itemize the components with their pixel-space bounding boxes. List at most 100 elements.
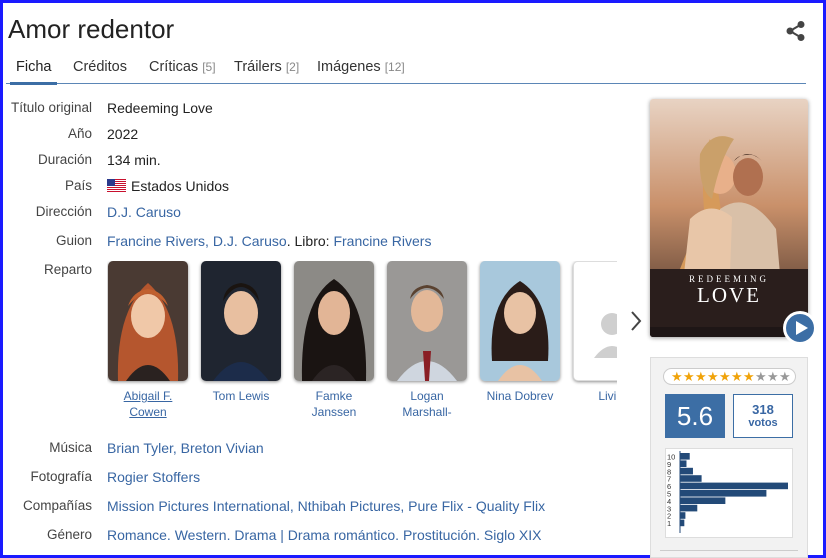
genre-separator: . [395, 527, 403, 543]
tab-imagenes[interactable]: Imágenes [12] [317, 59, 405, 75]
tab-label: Tráilers [234, 59, 282, 75]
rate-stars[interactable]: ★ ★ ★ ★ ★ ★ ★ ★ ★ ★ [663, 368, 796, 385]
cast-name: Livi B [598, 389, 617, 403]
cast-member[interactable]: Livi B [573, 261, 617, 404]
director-link[interactable]: D.J. Caruso [107, 204, 181, 220]
tab-ficha[interactable]: Ficha [9, 59, 59, 85]
page-title: Amor redentor [8, 14, 175, 44]
star-filled-icon[interactable]: ★ [707, 369, 719, 384]
genre-link[interactable]: Romance [107, 527, 167, 543]
genre-link[interactable]: Drama [234, 527, 276, 543]
histogram-bar [680, 453, 690, 460]
star-filled-icon[interactable]: ★ [671, 369, 683, 384]
tab-count: [2] [285, 60, 300, 74]
votes-count: 318 [752, 402, 774, 417]
tab-count: [12] [384, 60, 405, 74]
tab-criticas[interactable]: Críticas [5] [149, 59, 216, 75]
cast-photo [480, 261, 560, 381]
label-pais: País [64, 178, 92, 193]
play-trailer-button[interactable] [783, 311, 817, 345]
histogram-bar [680, 475, 702, 482]
cast-name: LoganMarshall-Green [402, 389, 452, 423]
genre-link[interactable]: Drama romántico [288, 527, 395, 543]
value-duracion: 134 min. [107, 152, 161, 168]
label-anio: Año [67, 126, 92, 141]
value-musica: Brian Tyler, Breton Vivian [107, 440, 264, 456]
rating-panel-divider [660, 550, 798, 551]
composer-link[interactable]: Breton Vivian [181, 440, 264, 456]
histogram-bar [680, 512, 686, 519]
company-link[interactable]: Mission Pictures International [107, 498, 290, 514]
chevron-right-icon[interactable] [628, 308, 644, 334]
writer-link[interactable]: Francine Rivers [107, 233, 205, 249]
value-titulo-original: Redeeming Love [107, 100, 213, 116]
genre-separator: . [166, 527, 175, 543]
cast-member[interactable]: Abigail F. Cowen [108, 261, 188, 420]
label-guion: Guion [55, 233, 92, 248]
label-direccion: Dirección [35, 204, 92, 219]
company-separator: , [289, 498, 298, 514]
book-author-link[interactable]: Francine Rivers [333, 233, 431, 249]
value-companias: Mission Pictures International, Nthibah … [107, 498, 545, 514]
tab-bar: Ficha Créditos Críticas [5] Tráilers [2]… [6, 56, 806, 85]
histogram-bar [680, 460, 687, 467]
label-titulo-original: Título original [10, 100, 92, 115]
cast-member[interactable]: Tom Lewis [201, 261, 281, 404]
cast-carousel: Abigail F.Cowen Tom Lewis FamkeJanssen [107, 261, 617, 423]
cast-member[interactable]: Nina Dobrev [480, 261, 560, 404]
star-filled-icon[interactable]: ★ [695, 369, 707, 384]
cast-photo-placeholder [573, 261, 617, 381]
star-empty-icon[interactable]: ★ [779, 369, 791, 384]
histogram-bar [680, 482, 788, 490]
composer-separator: , [172, 440, 181, 456]
histogram-bar [680, 490, 767, 497]
genre-link[interactable]: Prostitución [403, 527, 476, 543]
cast-name: Tom Lewis [212, 389, 270, 403]
genre-link[interactable]: Siglo XIX [484, 527, 542, 543]
poster-title-bottom: LOVE [697, 283, 761, 307]
histogram-bar [680, 519, 685, 527]
cast-name: Famke Janssen [311, 389, 357, 419]
country-name: Estados Unidos [131, 178, 230, 194]
star-filled-icon[interactable]: ★ [743, 369, 755, 384]
cast-photo [201, 261, 281, 381]
value-guion: Francine Rivers, D.J. Caruso. Libro: Fra… [107, 233, 431, 249]
genre-link[interactable]: Western [175, 527, 227, 543]
company-separator: , [400, 498, 409, 514]
histogram-bar [680, 467, 693, 475]
label-duracion: Duración [37, 152, 92, 167]
tab-label: Imágenes [317, 59, 381, 75]
tab-trailers[interactable]: Tráilers [2] [234, 59, 299, 75]
label-companias: Compañías [22, 498, 92, 513]
tab-label: Ficha [16, 59, 52, 75]
tab-count: [5] [202, 60, 216, 74]
votes-count-button[interactable]: 318 votos [733, 394, 793, 438]
company-link[interactable]: Pure Flix - Quality Flix [408, 498, 545, 514]
cast-photo [108, 261, 188, 381]
cinematographer-link[interactable]: Rogier Stoffers [107, 469, 200, 485]
genre-separator: . [476, 527, 484, 543]
cast-name: Abigail F. Cowen [123, 389, 173, 419]
label-reparto: Reparto [43, 262, 92, 277]
label-genero: Género [46, 527, 92, 542]
star-empty-icon[interactable]: ★ [755, 369, 767, 384]
cast-member[interactable]: LoganMarshall-Green [387, 261, 467, 423]
play-icon [784, 312, 816, 344]
star-filled-icon[interactable]: ★ [683, 369, 695, 384]
tab-creditos[interactable]: Créditos [73, 59, 127, 75]
movie-poster[interactable]: REDEEMING LOVE [650, 99, 808, 337]
value-anio: 2022 [107, 126, 139, 142]
writer-link[interactable]: D.J. Caruso [213, 233, 287, 249]
star-filled-icon[interactable]: ★ [719, 369, 731, 384]
composer-link[interactable]: Brian Tyler [107, 440, 173, 456]
star-filled-icon[interactable]: ★ [731, 369, 743, 384]
star-empty-icon[interactable]: ★ [767, 369, 779, 384]
company-link[interactable]: Nthibah Pictures [298, 498, 401, 514]
histogram-bar [680, 497, 726, 504]
histogram-bar [680, 504, 698, 512]
share-icon[interactable] [785, 20, 807, 42]
value-pais: Estados Unidos [107, 178, 229, 194]
genre-separator: | [276, 527, 288, 543]
rating-histogram: 10 9 8 7 6 5 4 3 2 1 [665, 448, 793, 538]
cast-member[interactable]: Famke Janssen [294, 261, 374, 420]
